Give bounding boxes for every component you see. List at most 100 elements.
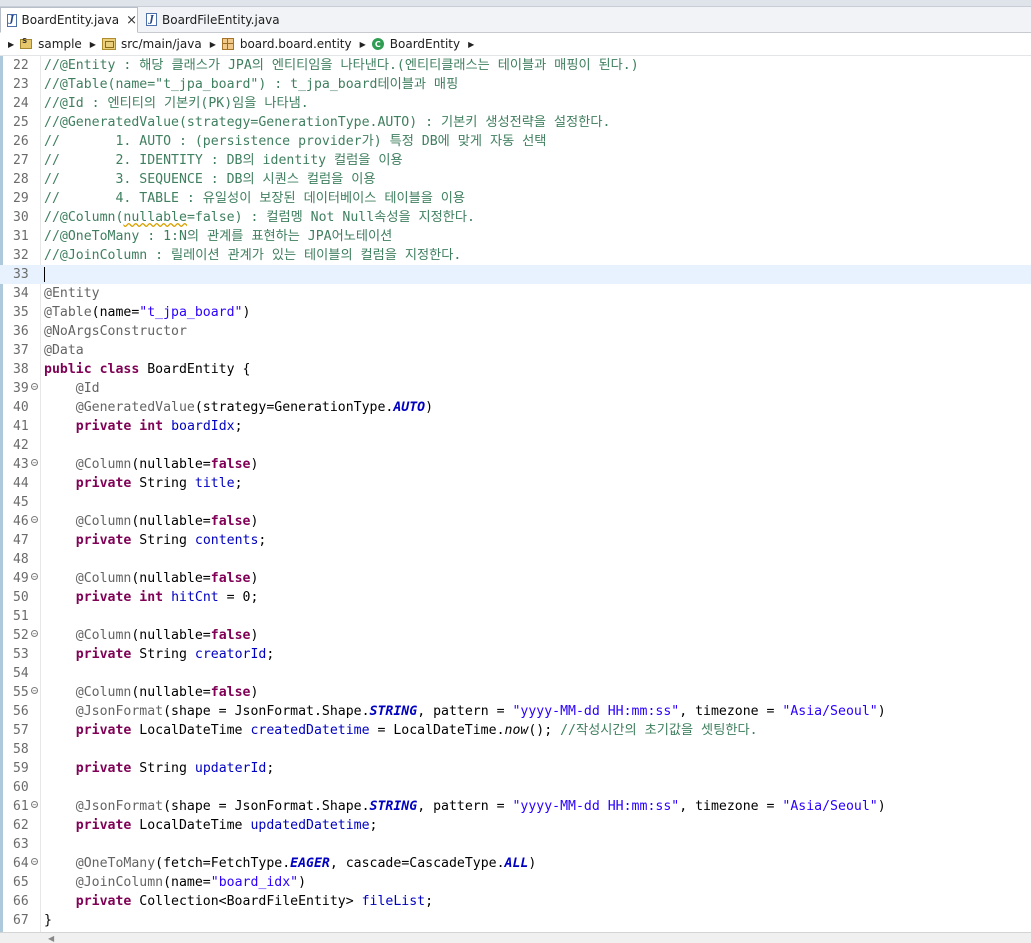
code-line[interactable]: 48: [0, 550, 1031, 569]
code-line[interactable]: 38 public class BoardEntity {: [0, 360, 1031, 379]
code-line[interactable]: 45: [0, 493, 1031, 512]
line-number: 48: [13, 552, 29, 567]
code-line[interactable]: 63: [0, 835, 1031, 854]
code-line[interactable]: 51: [0, 607, 1031, 626]
code-line[interactable]: 49− @Column(nullable=false): [0, 569, 1031, 588]
code-line[interactable]: 27 // 2. IDENTITY : DB의 identity 컬럼을 이용: [0, 151, 1031, 170]
code-line[interactable]: 66 private Collection<BoardFileEntity> f…: [0, 892, 1031, 911]
code-line[interactable]: 33: [0, 265, 1031, 284]
code-editor[interactable]: 22 //@Entity : 해당 클래스가 JPA의 엔티티임을 나타낸다.(엔…: [0, 56, 1031, 932]
fold-toggle-icon[interactable]: −: [31, 516, 38, 524]
line-number: 67: [13, 913, 29, 928]
code-token: @JsonFormat: [75, 704, 164, 719]
chevron-right-icon[interactable]: ▶: [468, 40, 474, 49]
code-text: // 4. TABLE : 유일성이 보장된 데이터베이스 테이블을 이용: [44, 189, 465, 208]
code-line[interactable]: 35 @Table(name="t_jpa_board"): [0, 303, 1031, 322]
code-line[interactable]: 31 //@OneToMany : 1:N의 관계를 표현하는 JPA어노테이션: [0, 227, 1031, 246]
horizontal-scrollbar[interactable]: ◀: [0, 932, 1031, 943]
line-number: 23: [13, 77, 29, 92]
breadcrumb-item-package[interactable]: board.board.entity: [240, 37, 352, 51]
code-token: private: [75, 647, 132, 662]
code-token: nullable: [123, 210, 187, 225]
code-line[interactable]: 28 // 3. SEQUENCE : DB의 시퀀스 컬럼을 이용: [0, 170, 1031, 189]
breadcrumb-item-source-folder[interactable]: src/main/java: [121, 37, 202, 51]
breadcrumb-item-project[interactable]: sample: [38, 37, 82, 51]
fold-toggle-icon[interactable]: −: [31, 687, 38, 695]
code-line[interactable]: 44 private String title;: [0, 474, 1031, 493]
chevron-right-icon[interactable]: ▶: [8, 40, 14, 49]
code-token: false: [210, 514, 251, 529]
code-line[interactable]: 47 private String contents;: [0, 531, 1031, 550]
code-line[interactable]: 22 //@Entity : 해당 클래스가 JPA의 엔티티임을 나타낸다.(엔…: [0, 56, 1031, 75]
code-line[interactable]: 30 //@Column(nullable=false) : 컬럼멩 Not Nu…: [0, 208, 1031, 227]
close-icon[interactable]: ×: [126, 13, 137, 28]
code-line[interactable]: 25 //@GeneratedValue(strategy=GenerationT…: [0, 113, 1031, 132]
code-line[interactable]: 55− @Column(nullable=false): [0, 683, 1031, 702]
tab-board-entity[interactable]: J BoardEntity.java ×: [0, 7, 138, 33]
code-line[interactable]: 65 @JoinColumn(name="board_idx"): [0, 873, 1031, 892]
code-token: LocalDateTime: [131, 723, 251, 738]
code-line[interactable]: 42: [0, 436, 1031, 455]
code-text: private LocalDateTime createdDatetime = …: [44, 721, 758, 740]
code-line[interactable]: 41 private int boardIdx;: [0, 417, 1031, 436]
code-line[interactable]: 26 // 1. AUTO : (persistence provider가) 특…: [0, 132, 1031, 151]
line-number: 27: [13, 153, 29, 168]
fold-toggle-icon[interactable]: −: [31, 630, 38, 638]
code-line[interactable]: 39− @Id: [0, 379, 1031, 398]
code-token: @JsonFormat: [75, 799, 164, 814]
code-line[interactable]: 43− @Column(nullable=false): [0, 455, 1031, 474]
code-token: //@GeneratedValue(strategy=GenerationTyp…: [44, 115, 611, 130]
code-token: @Column: [75, 628, 132, 643]
fold-toggle-icon[interactable]: −: [31, 801, 38, 809]
code-line[interactable]: 37 @Data: [0, 341, 1031, 360]
code-text: [44, 265, 45, 284]
chevron-right-icon[interactable]: ▶: [90, 40, 96, 49]
code-text: @Data: [44, 341, 84, 360]
code-line[interactable]: 24 //@Id : 엔티티의 기본키(PK)임을 나타냄.: [0, 94, 1031, 113]
code-line[interactable]: 32 //@JoinColumn : 릴레이션 관계가 있는 테이블의 컬럼을 지…: [0, 246, 1031, 265]
tab-board-file-entity[interactable]: J BoardFileEntity.java: [140, 7, 280, 32]
code-line[interactable]: 67}: [0, 911, 1031, 930]
code-text: @OneToMany(fetch=FetchType.EAGER, cascad…: [44, 854, 537, 873]
code-line[interactable]: 61− @JsonFormat(shape = JsonFormat.Shape…: [0, 797, 1031, 816]
fold-toggle-icon[interactable]: −: [31, 858, 38, 866]
code-line[interactable]: 58: [0, 740, 1031, 759]
code-token: ): [528, 856, 537, 871]
code-line[interactable]: 46− @Column(nullable=false): [0, 512, 1031, 531]
code-line[interactable]: 36 @NoArgsConstructor: [0, 322, 1031, 341]
code-line[interactable]: 53 private String creatorId;: [0, 645, 1031, 664]
code-text: //@Table(name="t_jpa_board") : t_jpa_boa…: [44, 75, 458, 94]
code-line[interactable]: 23 //@Table(name="t_jpa_board") : t_jpa_b…: [0, 75, 1031, 94]
code-line[interactable]: 50 private int hitCnt = 0;: [0, 588, 1031, 607]
code-line[interactable]: 54: [0, 664, 1031, 683]
chevron-right-icon[interactable]: ▶: [210, 40, 216, 49]
code-token: (name=: [91, 305, 140, 320]
code-token: false: [210, 457, 251, 472]
code-line[interactable]: 57 private LocalDateTime createdDatetime…: [0, 721, 1031, 740]
fold-toggle-icon[interactable]: −: [31, 383, 38, 391]
code-token: @Column: [75, 514, 132, 529]
breadcrumb-item-class[interactable]: BoardEntity: [390, 37, 460, 51]
code-line[interactable]: 60: [0, 778, 1031, 797]
code-line[interactable]: 59 private String updaterId;: [0, 759, 1031, 778]
code-token: private int: [75, 419, 164, 434]
line-number: 59: [13, 761, 29, 776]
code-line[interactable]: 64− @OneToMany(fetch=FetchType.EAGER, ca…: [0, 854, 1031, 873]
line-number: 57: [13, 723, 29, 738]
line-number: 44: [13, 476, 29, 491]
code-line[interactable]: 34 @Entity: [0, 284, 1031, 303]
code-line[interactable]: 40 @GeneratedValue(strategy=GenerationTy…: [0, 398, 1031, 417]
code-line[interactable]: 62 private LocalDateTime updatedDatetime…: [0, 816, 1031, 835]
code-token: false: [210, 571, 251, 586]
code-token: "Asia/Seoul": [782, 799, 878, 814]
code-token: private int: [75, 590, 164, 605]
code-line[interactable]: 56 @JsonFormat(shape = JsonFormat.Shape.…: [0, 702, 1031, 721]
chevron-right-icon[interactable]: ▶: [360, 40, 366, 49]
fold-toggle-icon[interactable]: −: [31, 459, 38, 467]
fold-toggle-icon[interactable]: −: [31, 573, 38, 581]
code-line[interactable]: 29 // 4. TABLE : 유일성이 보장된 데이터베이스 테이블을 이용: [0, 189, 1031, 208]
code-line[interactable]: 52− @Column(nullable=false): [0, 626, 1031, 645]
